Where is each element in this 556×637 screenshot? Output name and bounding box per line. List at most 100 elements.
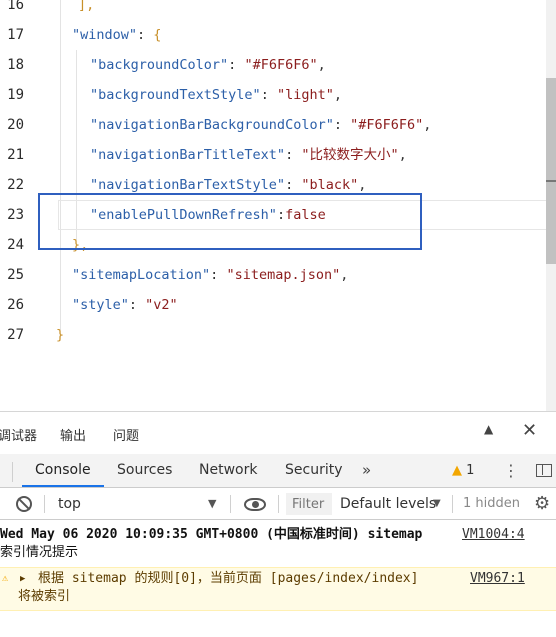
- line-number: 21: [7, 147, 24, 163]
- code-line[interactable]: 18 "backgroundColor": "#F6F6F6",: [0, 50, 548, 80]
- console-message: Wed May 06 2020 10:09:35 GMT+0800 (中国标准时…: [0, 521, 556, 573]
- more-tabs-icon[interactable]: »: [362, 454, 371, 487]
- code-text: "navigationBarBackgroundColor": "#F6F6F6…: [90, 110, 431, 140]
- expand-triangle-icon[interactable]: ▶: [20, 570, 25, 588]
- code-line[interactable]: 26 "style": "v2": [0, 290, 548, 320]
- code-token: ],: [78, 0, 95, 13]
- code-line[interactable]: 20 "navigationBarBackgroundColor": "#F6F6…: [0, 110, 548, 140]
- code-text: "window": {: [72, 20, 161, 50]
- log-source-link[interactable]: VM1004:4: [462, 526, 525, 544]
- code-token: "比较数字大小": [301, 147, 399, 163]
- divider: [230, 495, 231, 513]
- code-token: :: [137, 27, 154, 43]
- code-token: ,: [333, 87, 342, 103]
- close-icon[interactable]: ✕: [522, 420, 537, 441]
- hidden-count: 1 hidden: [463, 496, 520, 511]
- warning-text-line1: 根据 sitemap 的规则[0]，当前页面 [pages/index/inde…: [38, 571, 419, 586]
- warning-count-badge[interactable]: ▲ 1: [452, 454, 474, 487]
- dock-side-icon[interactable]: [536, 464, 552, 477]
- code-line[interactable]: 19 "backgroundTextStyle": "light",: [0, 80, 548, 110]
- line-number: 23: [7, 207, 24, 223]
- scrollbar-position-mark: [546, 180, 556, 182]
- more-options-icon[interactable]: ⋮: [503, 454, 519, 487]
- line-number: 22: [7, 177, 24, 193]
- code-token: "black": [301, 177, 359, 193]
- code-token: "sitemap.json": [226, 267, 341, 283]
- code-line[interactable]: 16],: [0, 0, 548, 20]
- code-token: :: [333, 117, 351, 133]
- code-line[interactable]: 21 "navigationBarTitleText": "比较数字大小",: [0, 140, 548, 170]
- code-text: }: [56, 320, 64, 350]
- tab-sources[interactable]: Sources: [117, 454, 172, 487]
- tab-debugger[interactable]: 调试器: [0, 425, 37, 444]
- line-number: 16: [7, 0, 24, 13]
- warning-icon: ▲: [452, 463, 462, 478]
- tab-network[interactable]: Network: [199, 454, 257, 487]
- line-number: 24: [7, 237, 24, 253]
- code-token: "backgroundColor": [90, 57, 229, 73]
- line-number: 19: [7, 87, 24, 103]
- code-text: "style": "v2": [72, 290, 178, 320]
- warning-icon: ⚠: [2, 573, 9, 584]
- console-toolbar: top ▼ Default levels ▼ 1 hidden ⚙: [0, 488, 556, 520]
- line-number: 27: [7, 327, 24, 343]
- line-number: 25: [7, 267, 24, 283]
- editor-scrollbar-thumb[interactable]: [546, 78, 556, 264]
- code-text: "sitemapLocation": "sitemap.json",: [72, 260, 348, 290]
- log-levels-select[interactable]: Default levels: [340, 488, 436, 520]
- devtools-tabbar: Console Sources Network Security » ▲ 1 ⋮: [0, 454, 556, 488]
- panel-tabbar: 调试器 输出 问题 ▲ ✕: [0, 412, 556, 454]
- code-token: :: [285, 147, 302, 163]
- code-token: "#F6F6F6": [244, 57, 318, 73]
- chevron-down-icon[interactable]: ▼: [433, 488, 441, 520]
- divider: [12, 462, 13, 482]
- code-token: :: [285, 177, 302, 193]
- code-line[interactable]: 27}: [0, 320, 548, 350]
- divider: [452, 495, 453, 513]
- code-token: ,: [317, 57, 326, 73]
- code-token: "navigationBarTextStyle": [90, 177, 286, 193]
- collapse-up-icon[interactable]: ▲: [484, 422, 493, 436]
- tab-console[interactable]: Console: [22, 454, 104, 487]
- code-token: }: [56, 327, 65, 343]
- line-number: 18: [7, 57, 24, 73]
- code-token: ,: [340, 267, 349, 283]
- chevron-down-icon[interactable]: ▼: [208, 488, 216, 520]
- gear-icon[interactable]: ⚙: [534, 488, 550, 520]
- code-text: "backgroundTextStyle": "light",: [90, 80, 342, 110]
- context-select[interactable]: top: [58, 488, 81, 520]
- eye-icon[interactable]: [244, 498, 266, 511]
- code-token: "style": [72, 297, 129, 313]
- code-token: ,: [423, 117, 432, 133]
- line-number: 17: [7, 27, 24, 43]
- warning-text-line2: 将被索引: [18, 589, 71, 604]
- code-token: "window": [72, 27, 138, 43]
- code-token: "navigationBarBackgroundColor": [90, 117, 334, 133]
- code-token: :: [210, 267, 227, 283]
- code-token: "#F6F6F6": [350, 117, 424, 133]
- annotation-highlight-box: [38, 193, 422, 250]
- code-token: "backgroundTextStyle": [90, 87, 261, 103]
- devtools-panel: 调试器 输出 问题 ▲ ✕ Console Sources Network Se…: [0, 411, 556, 637]
- code-token: ,: [358, 177, 367, 193]
- code-token: "v2": [145, 297, 178, 313]
- divider: [278, 495, 279, 513]
- tab-output[interactable]: 输出: [60, 425, 86, 444]
- code-token: {: [153, 27, 162, 43]
- code-text: "navigationBarTitleText": "比较数字大小",: [90, 140, 407, 170]
- code-line[interactable]: 17 "window": {: [0, 20, 548, 50]
- code-text: ],: [78, 0, 94, 20]
- code-editor[interactable]: 16], 17 "window": {18 "backgroundColor": "#…: [0, 0, 556, 411]
- log-text-line2: 索引情况提示: [0, 545, 79, 560]
- code-token: :: [128, 297, 146, 313]
- code-line[interactable]: 25 "sitemapLocation": "sitemap.json",: [0, 260, 548, 290]
- line-number: 20: [7, 117, 24, 133]
- tab-security[interactable]: Security: [285, 454, 343, 487]
- console-warning: ⚠ ▶ 根据 sitemap 的规则[0]，当前页面 [pages/index/…: [0, 567, 556, 611]
- filter-input[interactable]: [286, 493, 332, 515]
- log-text-line1: Wed May 06 2020 10:09:35 GMT+0800 (中国标准时…: [0, 527, 423, 542]
- tab-problems[interactable]: 问题: [113, 425, 139, 444]
- clear-console-icon[interactable]: [16, 496, 32, 512]
- code-token: "sitemapLocation": [72, 267, 211, 283]
- warning-source-link[interactable]: VM967:1: [470, 570, 525, 588]
